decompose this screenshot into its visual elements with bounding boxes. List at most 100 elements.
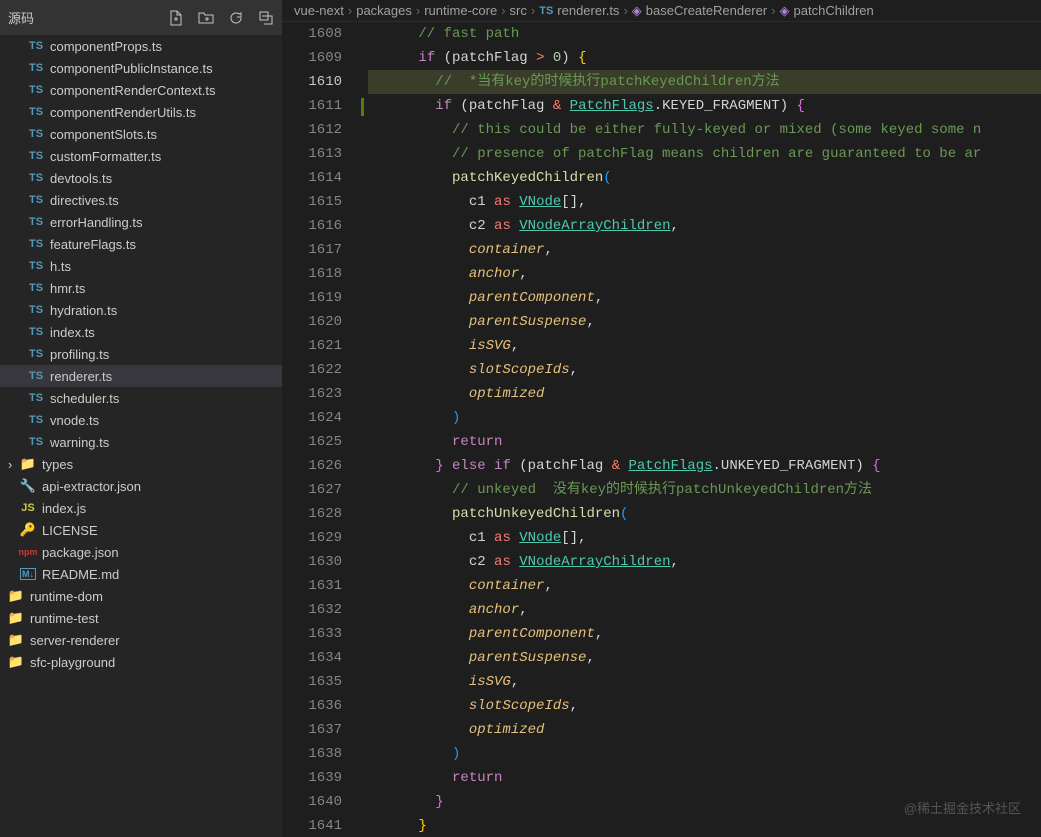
file-item-types[interactable]: ›📁types: [0, 453, 282, 475]
code-line[interactable]: ): [368, 742, 1041, 766]
line-number: 1641: [282, 814, 342, 837]
file-item-index-js[interactable]: JSindex.js: [0, 497, 282, 519]
code-line[interactable]: parentSuspense,: [368, 310, 1041, 334]
code-line[interactable]: // *当有key的时候执行patchKeyedChildren方法: [368, 70, 1041, 94]
line-number: 1625: [282, 430, 342, 454]
file-item-componentPublicInstance-ts[interactable]: TScomponentPublicInstance.ts: [0, 57, 282, 79]
breadcrumb-item-packages[interactable]: packages: [356, 3, 412, 18]
file-item-componentRenderUtils-ts[interactable]: TScomponentRenderUtils.ts: [0, 101, 282, 123]
code-line[interactable]: if (patchFlag & PatchFlags.KEYED_FRAGMEN…: [368, 94, 1041, 118]
file-item-api-extractor-json[interactable]: 🔧api-extractor.json: [0, 475, 282, 497]
code-line[interactable]: anchor,: [368, 598, 1041, 622]
line-number: 1639: [282, 766, 342, 790]
file-item-customFormatter-ts[interactable]: TScustomFormatter.ts: [0, 145, 282, 167]
new-file-icon[interactable]: [168, 10, 184, 26]
file-label: featureFlags.ts: [50, 237, 136, 252]
file-item-componentSlots-ts[interactable]: TScomponentSlots.ts: [0, 123, 282, 145]
code-line[interactable]: // fast path: [368, 22, 1041, 46]
file-label: devtools.ts: [50, 171, 112, 186]
file-item-index-ts[interactable]: TSindex.ts: [0, 321, 282, 343]
code-line[interactable]: isSVG,: [368, 670, 1041, 694]
file-item-devtools-ts[interactable]: TSdevtools.ts: [0, 167, 282, 189]
breadcrumb-item-src[interactable]: src: [510, 3, 527, 18]
file-item-runtime-dom[interactable]: 📁runtime-dom: [0, 585, 282, 607]
line-number: 1626: [282, 454, 342, 478]
code-line[interactable]: return: [368, 430, 1041, 454]
js-icon: JS: [20, 502, 36, 514]
code-line[interactable]: anchor,: [368, 262, 1041, 286]
code-line[interactable]: parentComponent,: [368, 622, 1041, 646]
breadcrumb-separator: ›: [771, 3, 775, 18]
code-line[interactable]: // unkeyed 没有key的时候执行patchUnkeyedChildre…: [368, 478, 1041, 502]
collapse-all-icon[interactable]: [258, 10, 274, 26]
file-item-errorHandling-ts[interactable]: TSerrorHandling.ts: [0, 211, 282, 233]
breadcrumb-item-patchChildren[interactable]: ◈patchChildren: [780, 3, 874, 19]
file-item-runtime-test[interactable]: 📁runtime-test: [0, 607, 282, 629]
file-item-README-md[interactable]: M↓README.md: [0, 563, 282, 585]
code-line[interactable]: optimized: [368, 718, 1041, 742]
code-line[interactable]: // this could be either fully-keyed or m…: [368, 118, 1041, 142]
code-line[interactable]: slotScopeIds,: [368, 694, 1041, 718]
file-item-warning-ts[interactable]: TSwarning.ts: [0, 431, 282, 453]
code-line[interactable]: return: [368, 766, 1041, 790]
code-line[interactable]: } else if (patchFlag & PatchFlags.UNKEYE…: [368, 454, 1041, 478]
code-line[interactable]: slotScopeIds,: [368, 358, 1041, 382]
file-item-h-ts[interactable]: TSh.ts: [0, 255, 282, 277]
file-label: errorHandling.ts: [50, 215, 143, 230]
code-line[interactable]: c1 as VNode[],: [368, 190, 1041, 214]
file-label: sfc-playground: [30, 655, 115, 670]
breadcrumb-item-runtime-core[interactable]: runtime-core: [424, 3, 497, 18]
code-line[interactable]: container,: [368, 574, 1041, 598]
ts-icon: TS: [28, 106, 44, 118]
code-line[interactable]: parentComponent,: [368, 286, 1041, 310]
breadcrumb[interactable]: vue-next›packages›runtime-core›src›TSren…: [282, 0, 1041, 22]
line-number: 1638: [282, 742, 342, 766]
file-item-componentProps-ts[interactable]: TScomponentProps.ts: [0, 35, 282, 57]
file-label: profiling.ts: [50, 347, 109, 362]
file-label: renderer.ts: [50, 369, 112, 384]
code-editor[interactable]: // fast path if (patchFlag > 0) { // *当有…: [368, 22, 1041, 837]
file-item-package-json[interactable]: npmpackage.json: [0, 541, 282, 563]
license-icon: 🔑: [20, 522, 36, 538]
ts-icon: TS: [28, 62, 44, 74]
file-label: componentProps.ts: [50, 39, 162, 54]
code-line[interactable]: if (patchFlag > 0) {: [368, 46, 1041, 70]
code-line[interactable]: isSVG,: [368, 334, 1041, 358]
code-line[interactable]: c1 as VNode[],: [368, 526, 1041, 550]
code-line[interactable]: c2 as VNodeArrayChildren,: [368, 550, 1041, 574]
json-icon: 🔧: [20, 478, 36, 494]
new-folder-icon[interactable]: [198, 10, 214, 26]
file-item-LICENSE[interactable]: 🔑LICENSE: [0, 519, 282, 541]
line-number: 1620: [282, 310, 342, 334]
code-line[interactable]: ): [368, 406, 1041, 430]
file-item-profiling-ts[interactable]: TSprofiling.ts: [0, 343, 282, 365]
code-line[interactable]: optimized: [368, 382, 1041, 406]
file-item-vnode-ts[interactable]: TSvnode.ts: [0, 409, 282, 431]
code-line[interactable]: patchKeyedChildren(: [368, 166, 1041, 190]
file-label: server-renderer: [30, 633, 120, 648]
code-line[interactable]: // presence of patchFlag means children …: [368, 142, 1041, 166]
file-item-hydration-ts[interactable]: TShydration.ts: [0, 299, 282, 321]
code-line[interactable]: container,: [368, 238, 1041, 262]
file-item-scheduler-ts[interactable]: TSscheduler.ts: [0, 387, 282, 409]
breadcrumb-item-renderer.ts[interactable]: TSrenderer.ts: [539, 3, 619, 18]
file-label: package.json: [42, 545, 119, 560]
file-label: componentSlots.ts: [50, 127, 157, 142]
method-icon: ◈: [780, 3, 790, 19]
code-line[interactable]: c2 as VNodeArrayChildren,: [368, 214, 1041, 238]
code-line[interactable]: parentSuspense,: [368, 646, 1041, 670]
breadcrumb-item-vue-next[interactable]: vue-next: [294, 3, 344, 18]
file-tree[interactable]: TScomponentProps.tsTScomponentPublicInst…: [0, 35, 282, 837]
refresh-icon[interactable]: [228, 10, 244, 26]
file-item-server-renderer[interactable]: 📁server-renderer: [0, 629, 282, 651]
file-item-featureFlags-ts[interactable]: TSfeatureFlags.ts: [0, 233, 282, 255]
line-number: 1609: [282, 46, 342, 70]
file-item-sfc-playground[interactable]: 📁sfc-playground: [0, 651, 282, 673]
code-line[interactable]: patchUnkeyedChildren(: [368, 502, 1041, 526]
code-line[interactable]: }: [368, 814, 1041, 837]
file-item-componentRenderContext-ts[interactable]: TScomponentRenderContext.ts: [0, 79, 282, 101]
file-item-renderer-ts[interactable]: TSrenderer.ts: [0, 365, 282, 387]
file-item-directives-ts[interactable]: TSdirectives.ts: [0, 189, 282, 211]
breadcrumb-item-baseCreateRenderer[interactable]: ◈baseCreateRenderer: [632, 3, 767, 19]
file-item-hmr-ts[interactable]: TShmr.ts: [0, 277, 282, 299]
